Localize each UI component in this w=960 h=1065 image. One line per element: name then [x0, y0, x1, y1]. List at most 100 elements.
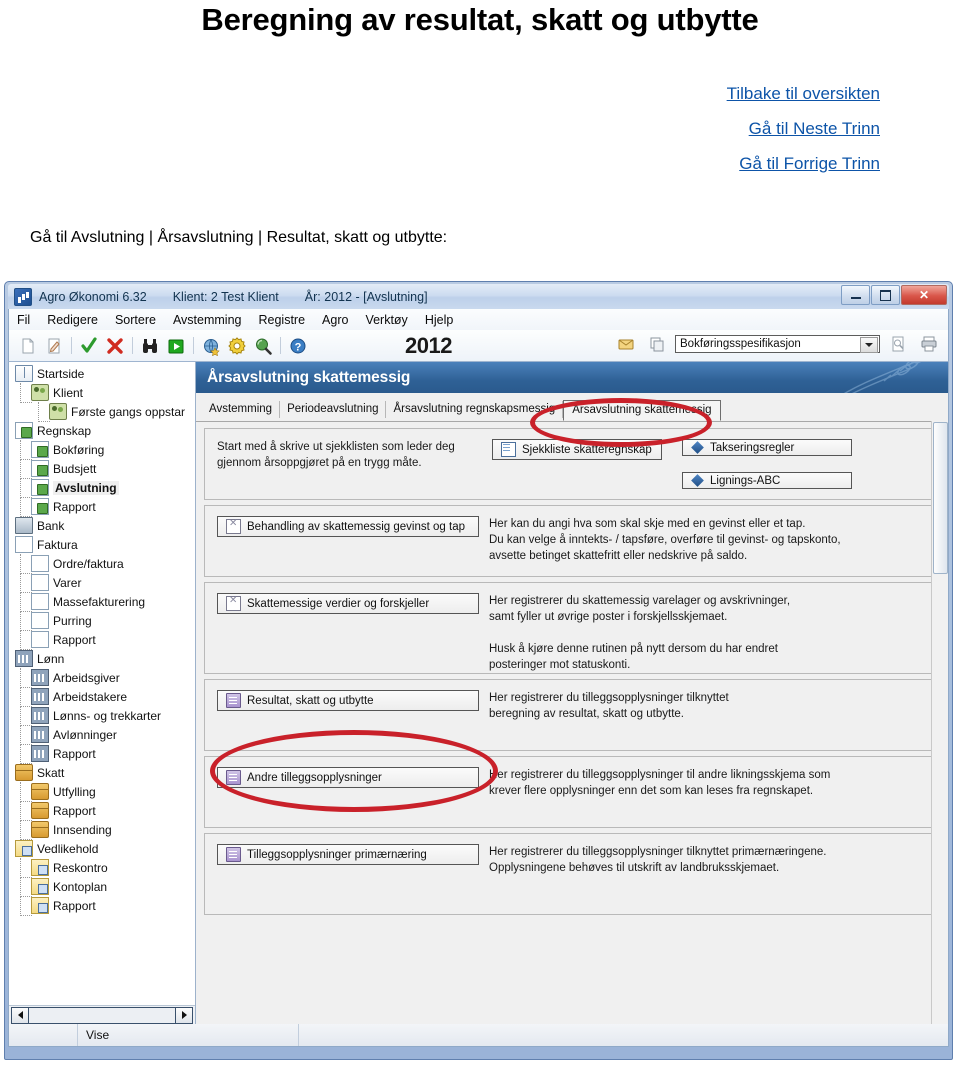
button-behandling-av-skattemessig-gevinst-og-tap[interactable]: Behandling av skattemessig gevinst og ta… — [217, 516, 479, 537]
tree-item-label: Purring — [53, 613, 92, 628]
tree-item-skatt[interactable]: Skatt — [9, 763, 195, 782]
button-lignings-abc[interactable]: Lignings-ABC — [682, 472, 852, 489]
tree-item-innsending[interactable]: Innsending — [9, 820, 195, 840]
edit-document-icon[interactable] — [44, 336, 64, 356]
tree-item-arbeidstakere[interactable]: Arbeidstakere — [9, 687, 195, 707]
scrollbar-thumb[interactable] — [933, 422, 948, 574]
tree-item-vedlikehold[interactable]: Vedlikehold — [9, 839, 195, 858]
menu-item-agro[interactable]: Agro — [322, 313, 348, 327]
chevron-down-icon[interactable] — [860, 337, 878, 353]
tree-item-avslutning[interactable]: Avslutning — [9, 478, 195, 498]
menu-item-avstemming[interactable]: Avstemming — [173, 313, 242, 327]
menu-item-fil[interactable]: Fil — [17, 313, 30, 327]
tab-avstemming[interactable]: Avstemming — [202, 401, 281, 418]
tree-item-regnskap[interactable]: Regnskap — [9, 421, 195, 440]
report-select[interactable]: Bokføringsspesifikasjon — [675, 335, 880, 353]
toolbar-separator — [71, 337, 72, 354]
tree-item-budsjett[interactable]: Budsjett — [9, 459, 195, 479]
tree-horizontal-scrollbar[interactable] — [9, 1005, 195, 1024]
navigation-tree[interactable]: Startside Klient Første gangs oppstar Regns… — [9, 362, 195, 1005]
window-controls: ✕ — [841, 285, 947, 305]
new-document-icon[interactable] — [18, 336, 38, 356]
tab-periodeavslutning[interactable]: Periodeavslutning — [280, 401, 387, 418]
button-tilleggsopplysninger-prim-rn-ring[interactable]: Tilleggsopplysninger primærnæring — [217, 844, 479, 865]
tree-item-l-nns-og-trekkarter[interactable]: Lønns- og trekkarter — [9, 706, 195, 726]
panel-button-column: Tilleggsopplysninger primærnæring — [217, 844, 489, 904]
mail-icon[interactable] — [616, 334, 636, 354]
box-icon — [31, 821, 49, 838]
tree-item-arbeidsgiver[interactable]: Arbeidsgiver — [9, 668, 195, 688]
check-doc-icon — [31, 441, 49, 458]
magnifier-icon[interactable] — [253, 336, 273, 356]
binoculars-search-icon[interactable] — [140, 336, 160, 356]
delete-cross-icon[interactable] — [105, 336, 125, 356]
tree-item-rapport[interactable]: Rapport — [9, 801, 195, 821]
tree-item-ordre-faktura[interactable]: Ordre/faktura — [9, 554, 195, 574]
link-forrige-trinn[interactable]: Gå til Forrige Trinn — [727, 146, 880, 181]
tree-item-faktura[interactable]: Faktura — [9, 535, 195, 554]
confirm-check-icon[interactable] — [79, 336, 99, 356]
menubar: Fil Redigere Sortere Avstemming Registre… — [8, 309, 949, 330]
tree-item-varer[interactable]: Varer — [9, 573, 195, 593]
tree-item-l-nn[interactable]: Lønn — [9, 649, 195, 668]
settings-gear-icon[interactable] — [227, 336, 247, 356]
menu-item-redigere[interactable]: Redigere — [47, 313, 98, 327]
tab-rsavslutning-skattemessig[interactable]: Årsavslutning skattemessig — [563, 400, 721, 421]
tree-item-avl-nninger[interactable]: Avlønninger — [9, 725, 195, 745]
tree-item-massefakturering[interactable]: Massefakturering — [9, 592, 195, 612]
tree-item-label: Varer — [53, 575, 82, 590]
panel-5: Andre tilleggsopplysninger Her registrere… — [204, 756, 940, 828]
yellow-doc-icon — [31, 878, 49, 895]
panel-1: Start med å skrive ut sjekklisten som le… — [204, 428, 940, 500]
toolbar-separator — [193, 337, 194, 354]
maximize-button[interactable] — [871, 285, 900, 305]
tree-item-rapport[interactable]: Rapport — [9, 896, 195, 916]
menu-item-registre[interactable]: Registre — [258, 313, 305, 327]
copy-icon[interactable] — [647, 334, 667, 354]
button-takseringsregler[interactable]: Takseringsregler — [682, 439, 852, 456]
button-sjekkliste-skatteregnskap[interactable]: Sjekkliste skatteregnskap — [492, 439, 662, 460]
tree-item-rapport[interactable]: Rapport — [9, 497, 195, 517]
tree-item-bank[interactable]: Bank — [9, 516, 195, 535]
link-neste-trinn[interactable]: Gå til Neste Trinn — [727, 111, 880, 146]
tree-item-utfylling[interactable]: Utfylling — [9, 782, 195, 802]
menu-item-hjelp[interactable]: Hjelp — [425, 313, 454, 327]
print-icon[interactable] — [919, 334, 939, 354]
menu-item-verktoy[interactable]: Verktøy — [365, 313, 407, 327]
button-skattemessige-verdier-og-forskjeller[interactable]: Skattemessige verdier og forskjeller — [217, 593, 479, 614]
content-vertical-scrollbar[interactable] — [931, 421, 948, 1024]
tree-item-label: Skatt — [37, 765, 65, 780]
tab-rsavslutning-regnskapsmessig[interactable]: Årsavslutning regnskapsmessig — [386, 401, 564, 418]
tree-scroll-track[interactable] — [29, 1006, 175, 1024]
menu-item-sortere[interactable]: Sortere — [115, 313, 156, 327]
navigation-tree-pane: Startside Klient Første gangs oppstar Regns… — [9, 362, 196, 1024]
tree-item-purring[interactable]: Purring — [9, 611, 195, 631]
tree-item-klient[interactable]: Klient — [9, 383, 195, 403]
scroll-right-icon[interactable] — [175, 1006, 193, 1024]
excel-icon — [226, 595, 241, 611]
link-tilbake-til-oversikten[interactable]: Tilbake til oversikten — [727, 76, 880, 111]
minimize-button[interactable] — [841, 285, 870, 305]
people-icon — [31, 384, 49, 401]
help-question-icon[interactable]: ? — [288, 336, 308, 356]
run-play-icon[interactable] — [166, 336, 186, 356]
scroll-left-icon[interactable] — [11, 1006, 29, 1024]
button-andre-tilleggsopplysninger[interactable]: Andre tilleggsopplysninger — [217, 767, 479, 788]
tree-item-reskontro[interactable]: Reskontro — [9, 858, 195, 878]
tree-item-bokf-ring[interactable]: Bokføring — [9, 440, 195, 460]
page-root: Beregning av resultat, skatt og utbytte … — [0, 0, 960, 1065]
tree-item-label: Rapport — [53, 803, 96, 818]
note-icon — [226, 770, 241, 785]
close-button[interactable]: ✕ — [901, 285, 947, 305]
panel-description: Her registrerer du tilleggsopplysninger … — [489, 692, 729, 720]
tab-strip[interactable]: Avstemming Periodeavslutning Årsavslutning… — [196, 393, 948, 422]
tree-item-startside[interactable]: Startside — [9, 364, 195, 383]
globe-star-icon[interactable] — [201, 336, 221, 356]
tree-item-f-rste-gangs-oppstar[interactable]: Første gangs oppstar — [9, 402, 195, 422]
tree-item-rapport[interactable]: Rapport — [9, 744, 195, 764]
tree-item-rapport[interactable]: Rapport — [9, 630, 195, 650]
button-resultat-skatt-og-utbytte[interactable]: Resultat, skatt og utbytte — [217, 690, 479, 711]
tree-item-kontoplan[interactable]: Kontoplan — [9, 877, 195, 897]
grid-icon — [31, 688, 49, 705]
preview-icon[interactable] — [888, 334, 908, 354]
